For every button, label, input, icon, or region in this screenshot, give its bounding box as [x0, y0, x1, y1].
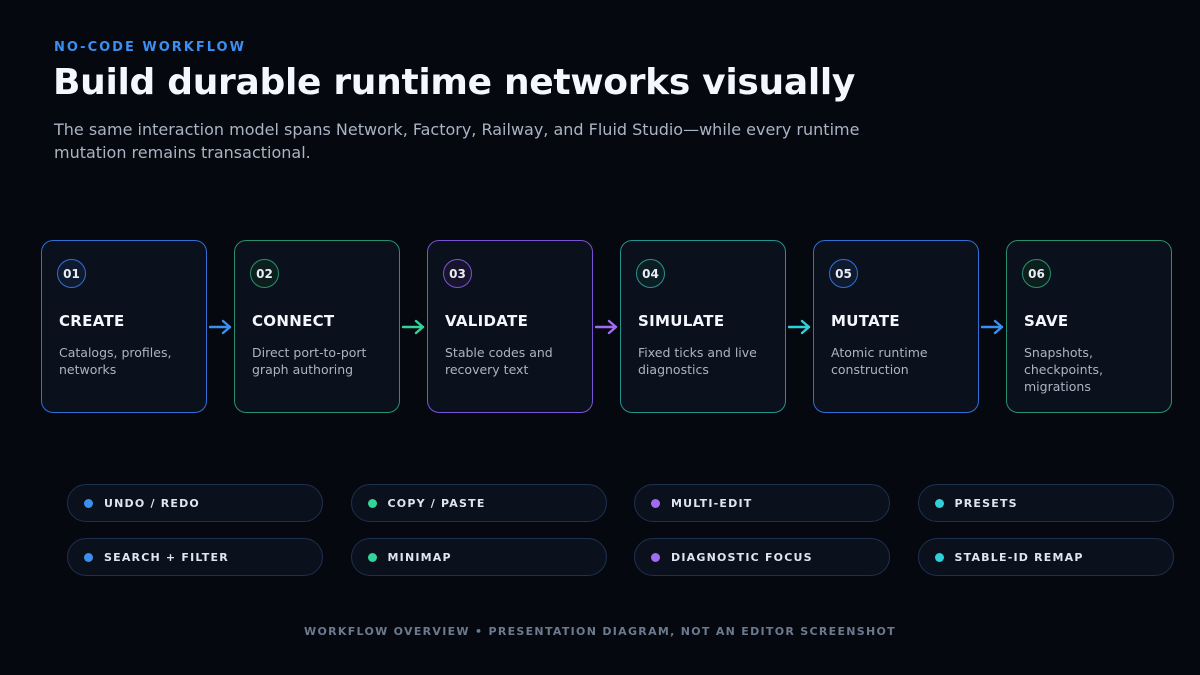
feature-chips: UNDO / REDO COPY / PASTE MULTI-EDIT PRES…: [67, 484, 1174, 576]
chip-copy-paste: COPY / PASTE: [350, 484, 607, 522]
arrow-right-icon: [786, 317, 813, 337]
status-dot-icon: [934, 552, 944, 562]
chip-label: MULTI-EDIT: [671, 496, 753, 510]
status-dot-icon: [934, 498, 944, 508]
step-number: 04: [636, 259, 665, 288]
step-number: 03: [443, 259, 472, 288]
chip-label: UNDO / REDO: [104, 496, 200, 510]
step-save: 06 SAVE Snapshots, checkpoints, migratio…: [1006, 240, 1172, 413]
chip-diagnostic-focus: DIAGNOSTIC FOCUS: [634, 538, 890, 576]
chip-minimap: MINIMAP: [350, 538, 607, 576]
step-number: 01: [57, 259, 86, 288]
chip-label: PRESETS: [954, 496, 1018, 510]
step-label: CONNECT: [252, 312, 335, 330]
status-dot-icon: [367, 552, 377, 562]
step-validate: 03 VALIDATE Stable codes and recovery te…: [427, 240, 593, 413]
chip-stable-id-remap: STABLE-ID REMAP: [917, 538, 1174, 576]
arrow-right-icon: [400, 317, 427, 337]
step-connect: 02 CONNECT Direct port-to-port graph aut…: [234, 240, 400, 413]
step-label: VALIDATE: [445, 312, 529, 330]
step-description: Catalogs, profiles, networks: [59, 345, 172, 377]
footer-caption: WORKFLOW OVERVIEW • PRESENTATION DIAGRAM…: [304, 625, 896, 638]
chip-label: STABLE-ID REMAP: [954, 550, 1084, 564]
arrow-right-icon: [593, 317, 620, 337]
step-number: 02: [250, 259, 279, 288]
chip-search-filter: SEARCH + FILTER: [67, 538, 323, 576]
chip-undo-redo: UNDO / REDO: [67, 484, 323, 522]
step-description: Direct port-to-port graph authoring: [252, 345, 367, 377]
step-simulate: 04 SIMULATE Fixed ticks and live diagnos…: [620, 240, 786, 413]
status-dot-icon: [84, 498, 93, 508]
status-dot-icon: [651, 552, 660, 562]
chip-label: DIAGNOSTIC FOCUS: [671, 550, 813, 564]
step-mutate: 05 MUTATE Atomic runtime construction: [813, 240, 979, 413]
chip-multi-edit: MULTI-EDIT: [634, 484, 890, 522]
status-dot-icon: [651, 498, 660, 508]
chip-label: SEARCH + FILTER: [104, 550, 229, 564]
step-number: 06: [1022, 259, 1051, 288]
arrow-right-icon: [207, 317, 234, 337]
chip-label: COPY / PASTE: [387, 496, 486, 510]
workflow-steps: 01 CREATE Catalogs, profiles, networks 0…: [41, 240, 1172, 413]
page-subtitle: The same interaction model spans Network…: [54, 120, 860, 162]
chip-presets: PRESETS: [917, 484, 1174, 522]
step-description: Stable codes and recovery text: [445, 345, 553, 377]
page-title: Build durable runtime networks visually: [53, 62, 856, 103]
status-dot-icon: [367, 498, 377, 508]
step-label: SIMULATE: [638, 312, 725, 330]
eyebrow-label: NO-CODE WORKFLOW: [54, 40, 246, 55]
step-create: 01 CREATE Catalogs, profiles, networks: [41, 240, 207, 413]
step-description: Atomic runtime construction: [831, 345, 928, 377]
status-dot-icon: [84, 552, 93, 562]
step-number: 05: [829, 259, 858, 288]
step-label: SAVE: [1024, 312, 1069, 330]
step-description: Fixed ticks and live diagnostics: [638, 345, 757, 377]
arrow-right-icon: [979, 317, 1006, 337]
step-description: Snapshots, checkpoints, migrations: [1024, 345, 1103, 394]
step-label: MUTATE: [831, 312, 900, 330]
step-label: CREATE: [59, 312, 125, 330]
chip-label: MINIMAP: [387, 550, 452, 564]
